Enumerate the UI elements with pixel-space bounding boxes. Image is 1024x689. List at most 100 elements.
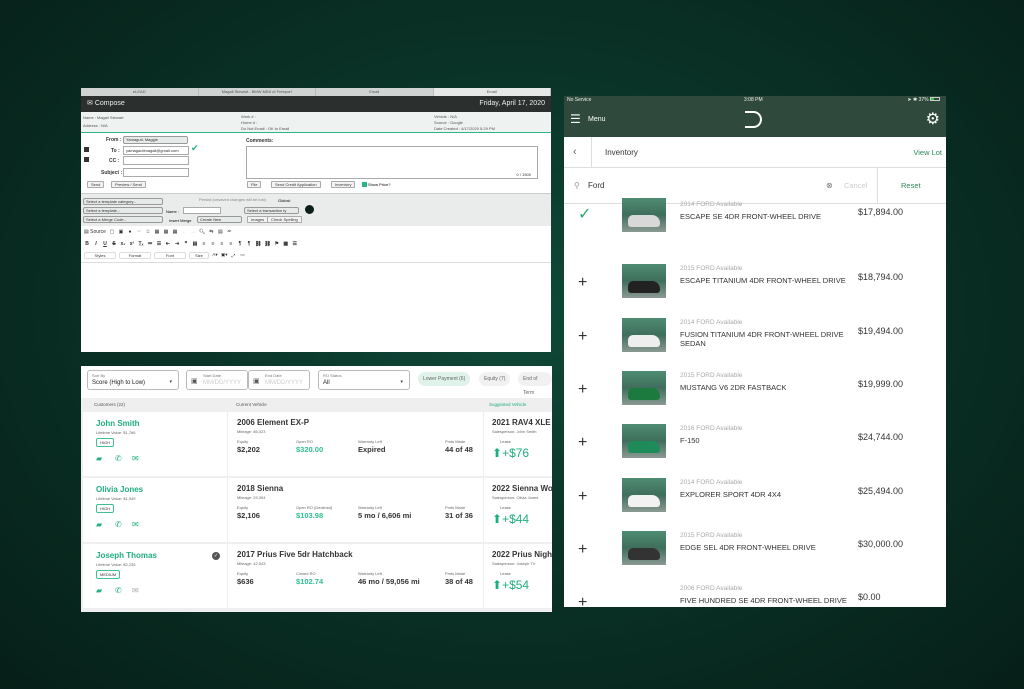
editor-body[interactable] [81, 262, 551, 352]
select-all-icon[interactable]: ▤ [217, 229, 223, 235]
undo-icon[interactable]: ← [181, 229, 187, 235]
send-credit-application-button[interactable]: Send Credit Application [271, 181, 321, 188]
add-icon[interactable]: + [578, 381, 587, 398]
customer-name[interactable]: Olivia Jones [96, 485, 143, 494]
merge-code-select[interactable]: Select a Merge Code... [83, 216, 163, 223]
remove-format-icon[interactable]: T̲ₓ [138, 241, 144, 247]
replace-icon[interactable]: ⇆ [208, 229, 214, 235]
address-book-icon[interactable] [84, 147, 89, 152]
ro-status-select[interactable]: RO Status All ▾ [318, 370, 410, 390]
chip-lower-payment[interactable]: Lower Payment (6) [418, 372, 471, 386]
outdent-icon[interactable]: ⇤ [165, 241, 171, 247]
suggested-vehicle-card[interactable]: 2021 RAV4 XLE Salesperson: John Smith Le… [484, 412, 552, 476]
bg-color-icon[interactable]: ▣▾ [221, 252, 228, 258]
message-icon[interactable]: ▰ [96, 520, 102, 529]
address-book-icon[interactable] [84, 157, 89, 162]
show-blocks-icon[interactable]: ▭ [240, 252, 246, 258]
chip-end-of-term[interactable]: End of Term [518, 372, 552, 396]
inventory-item[interactable]: + 2015 FORD Available MUSTANG V6 2DR FAS… [564, 364, 946, 417]
customer-card[interactable]: Olivia Jones Lifetime Value: $1,949 HIGH… [83, 478, 227, 542]
rtl-icon[interactable]: ¶ [246, 241, 252, 247]
inventory-item[interactable]: + 2016 FORD Available F-150 $24,744.00 [564, 417, 946, 470]
phone-icon[interactable]: ✆ [115, 520, 122, 529]
template-category-select[interactable]: Select a template category... [83, 198, 163, 205]
phone-icon[interactable]: ✆ [115, 586, 122, 595]
start-date-field[interactable]: ▣ Start Date MM/DD/YYYY [186, 370, 248, 390]
link-icon[interactable]: ⛓ [255, 241, 261, 247]
styles-select[interactable]: Styles [84, 251, 116, 259]
copy-icon[interactable]: ⧉ [145, 229, 151, 235]
spellcheck-icon[interactable]: ᵃᵇ [226, 229, 232, 235]
phone-icon[interactable]: ✆ [115, 454, 122, 463]
suggested-vehicle-card[interactable]: 2022 Sienna Wo Salesperson: Olivia Jones… [484, 478, 552, 542]
bold-icon[interactable]: B [84, 241, 90, 247]
inventory-button[interactable]: Inventory [331, 181, 356, 188]
to-field[interactable]: yamagautimagali@gmail.com [123, 146, 189, 155]
template-select[interactable]: Select a template... [83, 207, 163, 214]
anchor-icon[interactable]: ⚑ [274, 241, 280, 247]
chip-equity[interactable]: Equity (7) [479, 372, 511, 386]
transaction-select[interactable]: Select a transaction ty [244, 207, 299, 214]
file-button[interactable]: File [247, 181, 262, 188]
template-name-input[interactable] [183, 207, 221, 214]
font-select[interactable]: Font [154, 251, 186, 259]
customer-name[interactable]: John Smith [96, 419, 140, 428]
add-icon[interactable]: + [578, 541, 587, 558]
customer-row[interactable]: Olivia Jones Lifetime Value: $1,949 HIGH… [81, 478, 552, 542]
add-icon[interactable]: + [578, 488, 587, 505]
clear-search-icon[interactable]: ⊗ [826, 168, 833, 204]
sort-by-select[interactable]: Sort By Score (High to Low) ▾ [87, 370, 179, 390]
find-icon[interactable]: 🔍︎ [199, 229, 205, 235]
strike-icon[interactable]: S [111, 241, 117, 247]
ltr-icon[interactable]: ¶ [237, 241, 243, 247]
underline-icon[interactable]: U [102, 241, 108, 247]
cc-field[interactable] [123, 156, 189, 165]
inventory-item[interactable]: + 2006 FORD Available FIVE HUNDRED SE 4D… [564, 577, 946, 607]
numbered-list-icon[interactable]: ≔ [147, 241, 153, 247]
hr-icon[interactable]: ☰ [292, 241, 298, 247]
format-select[interactable]: Format [119, 251, 151, 259]
indent-icon[interactable]: ⇥ [174, 241, 180, 247]
inventory-item[interactable]: + 2014 FORD Available EXPLORER SPORT 4DR… [564, 471, 946, 524]
end-date-field[interactable]: ▣ End Date MM/DD/YYYY [248, 370, 310, 390]
new-page-icon[interactable]: ▢ [109, 229, 115, 235]
table-icon[interactable]: ▦ [283, 241, 289, 247]
customer-row[interactable]: Joseph Thomas Lifetime Value: $2,235 MED… [81, 544, 552, 608]
inventory-item[interactable]: + 2015 FORD Available EDGE SEL 4DR FRONT… [564, 524, 946, 577]
add-icon[interactable]: + [578, 328, 587, 345]
customer-name[interactable]: Joseph Thomas [96, 551, 157, 560]
inventory-item[interactable]: + 2015 FORD Available ESCAPE TITANIUM 4D… [564, 257, 946, 310]
tab[interactable]: Magali Stewart - BMW MINI of Freeport [199, 88, 316, 96]
email-icon[interactable]: ✉ [132, 520, 139, 529]
preview-send-button[interactable]: Preview / Send [111, 181, 146, 188]
suggested-vehicle-card[interactable]: 2022 Prius Nigh Salesperson: Joseph Th L… [484, 544, 552, 608]
tab[interactable]: Email [316, 88, 434, 96]
inventory-item[interactable]: ✓ 2014 FORD Available ESCAPE SE 4DR FRON… [564, 198, 946, 257]
check-spelling-button[interactable]: Check Spelling [267, 216, 302, 223]
align-center-icon[interactable]: ≡ [210, 241, 216, 247]
justify-icon[interactable]: ≡ [228, 241, 234, 247]
email-icon[interactable]: ✉ [132, 586, 139, 595]
add-icon[interactable]: + [578, 595, 587, 607]
add-icon[interactable]: + [578, 275, 587, 291]
italic-icon[interactable]: I [93, 241, 99, 247]
paste-word-icon[interactable]: ▦ [172, 229, 178, 235]
superscript-icon[interactable]: x² [129, 241, 135, 247]
message-icon[interactable]: ▰ [96, 454, 102, 463]
paste-text-icon[interactable]: ▦ [163, 229, 169, 235]
subscript-icon[interactable]: x₂ [120, 241, 126, 247]
customer-card[interactable]: John Smith Lifetime Value: $1,766 HIGH ▰… [83, 412, 227, 476]
menu-label[interactable]: Menu [588, 116, 606, 123]
comments-textarea[interactable]: 0 / 1500 [246, 146, 538, 179]
print-icon[interactable]: ● [127, 229, 133, 235]
align-left-icon[interactable]: ≡ [201, 241, 207, 247]
persist-checkbox[interactable]: Persist (unsaved changes will be lost) [199, 197, 266, 202]
redo-icon[interactable]: → [190, 229, 196, 235]
customer-card[interactable]: Joseph Thomas Lifetime Value: $2,235 MED… [83, 544, 227, 608]
from-select[interactable]: Yamaguti, Maggie [123, 136, 188, 144]
settings-gear-icon[interactable]: ⚙ [926, 109, 940, 129]
unlink-icon[interactable]: ⛓ [264, 241, 270, 247]
customer-row[interactable]: John Smith Lifetime Value: $1,766 HIGH ▰… [81, 412, 552, 476]
email-icon[interactable]: ✉ [132, 454, 139, 463]
images-button[interactable]: Images [247, 216, 269, 223]
